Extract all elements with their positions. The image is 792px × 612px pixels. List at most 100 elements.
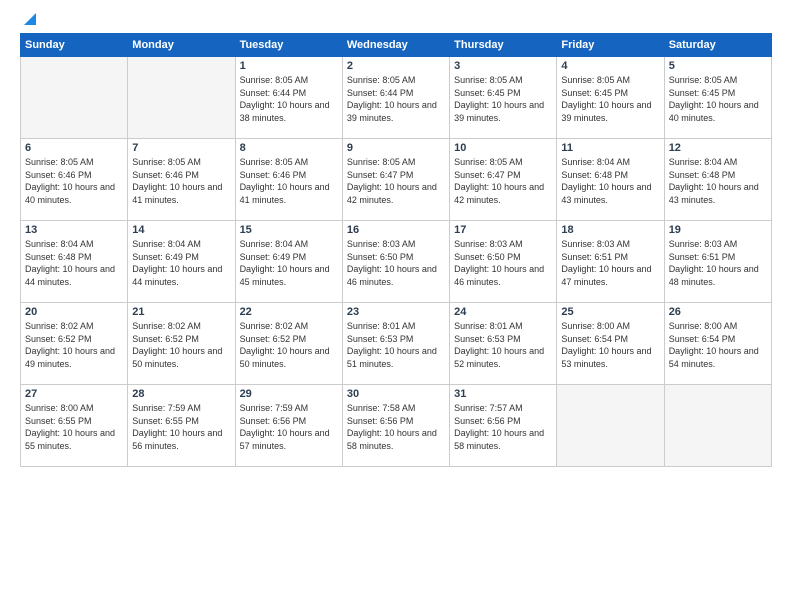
weekday-header-saturday: Saturday bbox=[664, 34, 771, 57]
day-number: 4 bbox=[561, 60, 659, 72]
day-info: Sunrise: 8:05 AM Sunset: 6:46 PM Dayligh… bbox=[132, 156, 230, 206]
day-number: 29 bbox=[240, 388, 338, 400]
day-number: 6 bbox=[25, 142, 123, 154]
day-number: 23 bbox=[347, 306, 445, 318]
day-number: 5 bbox=[669, 60, 767, 72]
calendar-cell: 4 Sunrise: 8:05 AM Sunset: 6:45 PM Daylig… bbox=[557, 57, 664, 139]
day-info: Sunrise: 8:01 AM Sunset: 6:53 PM Dayligh… bbox=[347, 320, 445, 370]
calendar-cell: 15 Sunrise: 8:04 AM Sunset: 6:49 PM Dayli… bbox=[235, 221, 342, 303]
calendar-week-row: 20 Sunrise: 8:02 AM Sunset: 6:52 PM Dayli… bbox=[21, 303, 772, 385]
calendar-week-row: 6 Sunrise: 8:05 AM Sunset: 6:46 PM Daylig… bbox=[21, 139, 772, 221]
calendar-cell: 21 Sunrise: 8:02 AM Sunset: 6:52 PM Dayli… bbox=[128, 303, 235, 385]
day-number: 22 bbox=[240, 306, 338, 318]
calendar-cell: 28Sunrise: 7:59 AM Sunset: 6:55 PM Dayli… bbox=[128, 385, 235, 467]
day-number: 14 bbox=[132, 224, 230, 236]
day-number: 17 bbox=[454, 224, 552, 236]
calendar-cell: 24 Sunrise: 8:01 AM Sunset: 6:53 PM Dayli… bbox=[450, 303, 557, 385]
day-info: Sunrise: 8:03 AM Sunset: 6:51 PM Dayligh… bbox=[561, 238, 659, 288]
calendar-cell: 14Sunrise: 8:04 AM Sunset: 6:49 PM Dayli… bbox=[128, 221, 235, 303]
day-info: Sunrise: 7:59 AM Sunset: 6:56 PM Dayligh… bbox=[240, 402, 338, 452]
calendar-week-row: 13Sunrise: 8:04 AM Sunset: 6:48 PM Dayli… bbox=[21, 221, 772, 303]
calendar-cell: 20Sunrise: 8:02 AM Sunset: 6:52 PM Dayli… bbox=[21, 303, 128, 385]
calendar-cell: 22 Sunrise: 8:02 AM Sunset: 6:52 PM Dayli… bbox=[235, 303, 342, 385]
weekday-header-friday: Friday bbox=[557, 34, 664, 57]
day-number: 7 bbox=[132, 142, 230, 154]
day-number: 27 bbox=[25, 388, 123, 400]
day-info: Sunrise: 8:05 AM Sunset: 6:45 PM Dayligh… bbox=[454, 74, 552, 124]
weekday-header-tuesday: Tuesday bbox=[235, 34, 342, 57]
calendar-week-row: 27 Sunrise: 8:00 AM Sunset: 6:55 PM Dayli… bbox=[21, 385, 772, 467]
calendar-cell: 9 Sunrise: 8:05 AM Sunset: 6:47 PM Daylig… bbox=[342, 139, 449, 221]
day-number: 12 bbox=[669, 142, 767, 154]
weekday-header-wednesday: Wednesday bbox=[342, 34, 449, 57]
day-number: 16 bbox=[347, 224, 445, 236]
day-info: Sunrise: 8:02 AM Sunset: 6:52 PM Dayligh… bbox=[240, 320, 338, 370]
calendar-cell: 13Sunrise: 8:04 AM Sunset: 6:48 PM Dayli… bbox=[21, 221, 128, 303]
calendar-cell: 17 Sunrise: 8:03 AM Sunset: 6:50 PM Dayli… bbox=[450, 221, 557, 303]
day-info: Sunrise: 8:01 AM Sunset: 6:53 PM Dayligh… bbox=[454, 320, 552, 370]
day-info: Sunrise: 7:58 AM Sunset: 6:56 PM Dayligh… bbox=[347, 402, 445, 452]
calendar-cell: 1Sunrise: 8:05 AM Sunset: 6:44 PM Daylig… bbox=[235, 57, 342, 139]
calendar-week-row: 1Sunrise: 8:05 AM Sunset: 6:44 PM Daylig… bbox=[21, 57, 772, 139]
day-info: Sunrise: 8:03 AM Sunset: 6:50 PM Dayligh… bbox=[347, 238, 445, 288]
day-number: 28 bbox=[132, 388, 230, 400]
logo bbox=[20, 15, 38, 23]
calendar-cell: 31Sunrise: 7:57 AM Sunset: 6:56 PM Dayli… bbox=[450, 385, 557, 467]
day-info: Sunrise: 8:05 AM Sunset: 6:46 PM Dayligh… bbox=[240, 156, 338, 206]
weekday-header-row: SundayMondayTuesdayWednesdayThursdayFrid… bbox=[21, 34, 772, 57]
calendar-cell: 19Sunrise: 8:03 AM Sunset: 6:51 PM Dayli… bbox=[664, 221, 771, 303]
day-number: 3 bbox=[454, 60, 552, 72]
day-number: 30 bbox=[347, 388, 445, 400]
day-number: 8 bbox=[240, 142, 338, 154]
day-number: 18 bbox=[561, 224, 659, 236]
day-info: Sunrise: 8:04 AM Sunset: 6:49 PM Dayligh… bbox=[240, 238, 338, 288]
day-info: Sunrise: 8:05 AM Sunset: 6:45 PM Dayligh… bbox=[669, 74, 767, 124]
day-number: 2 bbox=[347, 60, 445, 72]
calendar-cell bbox=[128, 57, 235, 139]
day-info: Sunrise: 8:05 AM Sunset: 6:45 PM Dayligh… bbox=[561, 74, 659, 124]
calendar-cell: 6 Sunrise: 8:05 AM Sunset: 6:46 PM Daylig… bbox=[21, 139, 128, 221]
day-number: 10 bbox=[454, 142, 552, 154]
day-number: 21 bbox=[132, 306, 230, 318]
calendar-cell bbox=[664, 385, 771, 467]
day-info: Sunrise: 8:03 AM Sunset: 6:50 PM Dayligh… bbox=[454, 238, 552, 288]
calendar-cell: 25Sunrise: 8:00 AM Sunset: 6:54 PM Dayli… bbox=[557, 303, 664, 385]
day-number: 20 bbox=[25, 306, 123, 318]
calendar-cell: 10 Sunrise: 8:05 AM Sunset: 6:47 PM Dayli… bbox=[450, 139, 557, 221]
day-number: 13 bbox=[25, 224, 123, 236]
day-info: Sunrise: 8:02 AM Sunset: 6:52 PM Dayligh… bbox=[132, 320, 230, 370]
day-number: 15 bbox=[240, 224, 338, 236]
day-number: 24 bbox=[454, 306, 552, 318]
calendar-cell: 16 Sunrise: 8:03 AM Sunset: 6:50 PM Dayli… bbox=[342, 221, 449, 303]
header bbox=[20, 15, 772, 23]
day-info: Sunrise: 8:05 AM Sunset: 6:47 PM Dayligh… bbox=[454, 156, 552, 206]
calendar-cell bbox=[557, 385, 664, 467]
day-info: Sunrise: 8:04 AM Sunset: 6:48 PM Dayligh… bbox=[669, 156, 767, 206]
calendar-table: SundayMondayTuesdayWednesdayThursdayFrid… bbox=[20, 33, 772, 467]
calendar-cell: 23 Sunrise: 8:01 AM Sunset: 6:53 PM Dayli… bbox=[342, 303, 449, 385]
day-info: Sunrise: 8:00 AM Sunset: 6:54 PM Dayligh… bbox=[669, 320, 767, 370]
day-info: Sunrise: 8:05 AM Sunset: 6:44 PM Dayligh… bbox=[240, 74, 338, 124]
day-info: Sunrise: 7:57 AM Sunset: 6:56 PM Dayligh… bbox=[454, 402, 552, 452]
calendar-cell: 3 Sunrise: 8:05 AM Sunset: 6:45 PM Daylig… bbox=[450, 57, 557, 139]
day-info: Sunrise: 8:05 AM Sunset: 6:46 PM Dayligh… bbox=[25, 156, 123, 206]
calendar-cell bbox=[21, 57, 128, 139]
day-info: Sunrise: 8:05 AM Sunset: 6:44 PM Dayligh… bbox=[347, 74, 445, 124]
logo-wrapper bbox=[20, 15, 38, 27]
calendar-cell: 7 Sunrise: 8:05 AM Sunset: 6:46 PM Daylig… bbox=[128, 139, 235, 221]
calendar-cell: 8 Sunrise: 8:05 AM Sunset: 6:46 PM Daylig… bbox=[235, 139, 342, 221]
day-number: 26 bbox=[669, 306, 767, 318]
day-info: Sunrise: 8:00 AM Sunset: 6:55 PM Dayligh… bbox=[25, 402, 123, 452]
day-number: 11 bbox=[561, 142, 659, 154]
day-number: 19 bbox=[669, 224, 767, 236]
calendar-cell: 29 Sunrise: 7:59 AM Sunset: 6:56 PM Dayli… bbox=[235, 385, 342, 467]
day-number: 9 bbox=[347, 142, 445, 154]
day-info: Sunrise: 8:00 AM Sunset: 6:54 PM Dayligh… bbox=[561, 320, 659, 370]
calendar-cell: 12 Sunrise: 8:04 AM Sunset: 6:48 PM Dayli… bbox=[664, 139, 771, 221]
calendar-cell: 2 Sunrise: 8:05 AM Sunset: 6:44 PM Daylig… bbox=[342, 57, 449, 139]
day-info: Sunrise: 8:05 AM Sunset: 6:47 PM Dayligh… bbox=[347, 156, 445, 206]
weekday-header-sunday: Sunday bbox=[21, 34, 128, 57]
weekday-header-thursday: Thursday bbox=[450, 34, 557, 57]
day-info: Sunrise: 8:04 AM Sunset: 6:48 PM Dayligh… bbox=[561, 156, 659, 206]
calendar-cell: 30 Sunrise: 7:58 AM Sunset: 6:56 PM Dayli… bbox=[342, 385, 449, 467]
